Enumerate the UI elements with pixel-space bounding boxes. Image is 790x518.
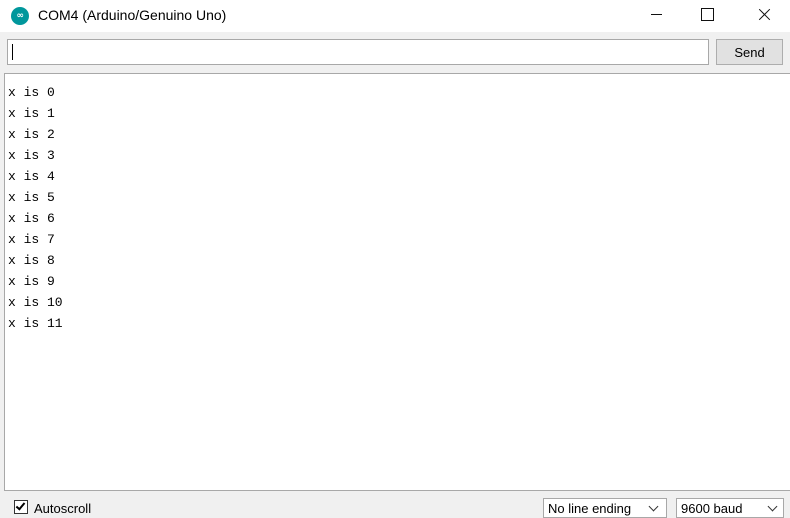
- line-ending-value: No line ending: [548, 501, 632, 516]
- arduino-logo-icon: ∞: [11, 7, 29, 25]
- output-line: x is 7: [8, 232, 55, 247]
- chevron-down-icon: [648, 501, 659, 512]
- output-line: x is 5: [8, 190, 55, 205]
- window-title: COM4 (Arduino/Genuino Uno): [38, 7, 227, 23]
- baud-rate-select[interactable]: 9600 baud: [676, 498, 784, 518]
- send-button[interactable]: Send: [716, 39, 783, 65]
- chevron-down-icon: [767, 501, 778, 512]
- title-bar: ∞ COM4 (Arduino/Genuino Uno): [0, 0, 790, 32]
- output-line: x is 9: [8, 274, 55, 289]
- output-line: x is 2: [8, 127, 55, 142]
- output-line: x is 3: [8, 148, 55, 163]
- maximize-icon[interactable]: [684, 0, 728, 30]
- minimize-icon[interactable]: [634, 0, 678, 30]
- output-line: x is 8: [8, 253, 55, 268]
- output-line: x is 4: [8, 169, 55, 184]
- close-icon[interactable]: [744, 0, 788, 30]
- serial-output[interactable]: x is 0 x is 1 x is 2 x is 3 x is 4 x is 5 x is…: [4, 73, 790, 491]
- serial-monitor-body: Send x is 0x is 1x is 2x is 3x is 4x is …: [0, 32, 790, 518]
- autoscroll-checkbox[interactable]: [14, 500, 28, 514]
- output-line: x is 10: [8, 295, 63, 310]
- output-line: x is 1: [8, 106, 55, 121]
- baud-rate-value: 9600 baud: [681, 501, 743, 516]
- check-icon: [15, 500, 26, 511]
- serial-input[interactable]: [7, 39, 709, 65]
- output-line: x is 6: [8, 211, 55, 226]
- output-line: x is 0: [8, 85, 55, 100]
- autoscroll-label: Autoscroll: [34, 501, 92, 516]
- status-bar: Autoscroll No line ending 9600 baud: [0, 498, 790, 518]
- output-line: x is 11: [8, 316, 63, 331]
- text-caret: [12, 44, 13, 60]
- line-ending-select[interactable]: No line ending: [543, 498, 667, 518]
